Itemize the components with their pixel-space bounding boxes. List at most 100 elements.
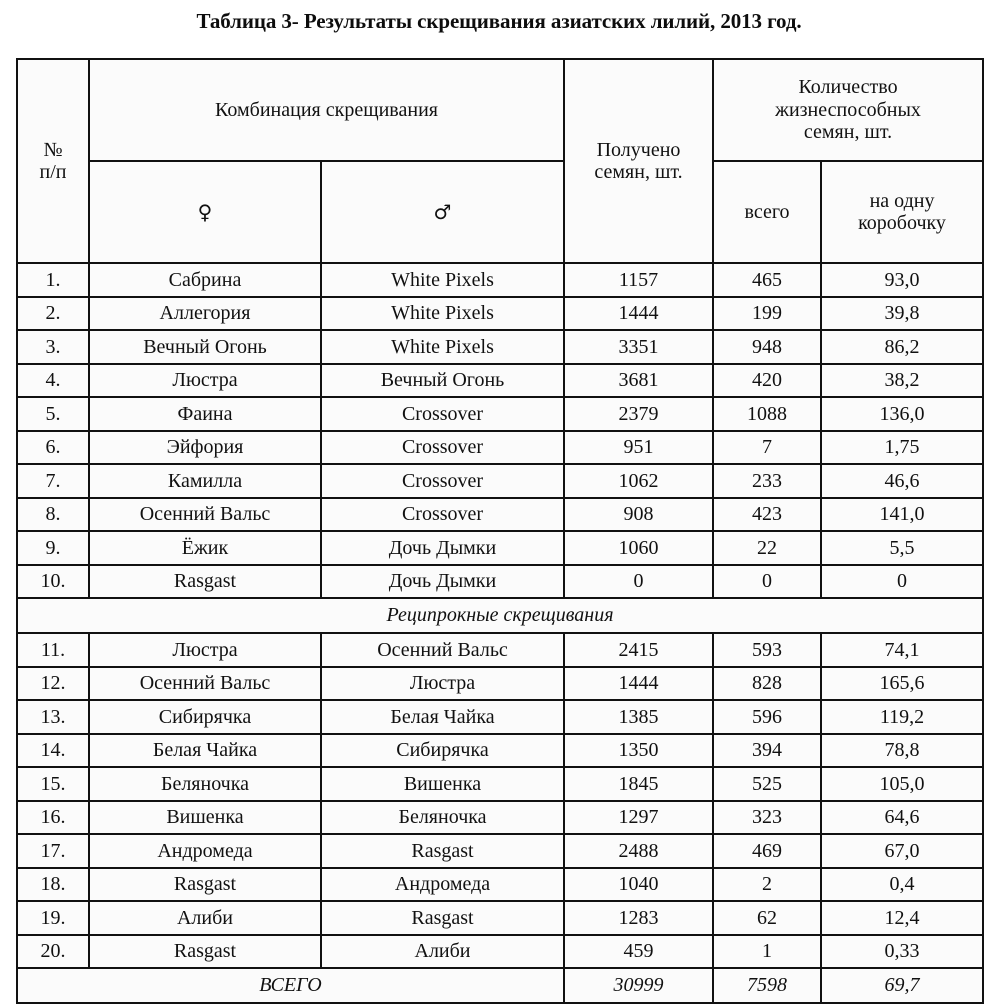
- cell-male-parent: Беляночка: [319, 799, 566, 835]
- cell-number: 4.: [16, 362, 90, 398]
- cell-female-parent: Аллегория: [88, 295, 322, 331]
- cell-number: 18.: [16, 866, 90, 902]
- table-row: 17. Андромеда Rasgast 2488 469 67,0: [16, 833, 985, 869]
- table-row: 6. Эйфория Crossover 951 7 1,75: [16, 429, 985, 465]
- cell-female-parent: Фаина: [88, 396, 322, 432]
- cell-viable-total: 596: [712, 699, 823, 735]
- cell-obtained-seeds: 2379: [563, 396, 715, 432]
- table-body: 1. Сабрина White Pixels 1157 465 93,0 2. Аллего…: [15, 262, 985, 1004]
- cell-male-parent: White Pixels: [319, 262, 566, 298]
- cell-female-parent: Люстра: [88, 362, 322, 398]
- cell-female-parent: Камилла: [88, 463, 322, 499]
- cell-obtained-seeds: 1350: [563, 732, 715, 768]
- page-title: Таблица 3- Результаты скрещивания азиатс…: [196, 9, 802, 33]
- cell-obtained-seeds: 3351: [563, 329, 715, 365]
- cell-male-parent: Белая Чайка: [319, 699, 566, 735]
- cell-viable-total: 948: [712, 329, 823, 365]
- cell-per-capsule: 0,4: [820, 866, 985, 902]
- cell-viable-total: 7: [712, 429, 823, 465]
- cell-male-parent: Crossover: [319, 496, 566, 532]
- cell-number: 3.: [16, 329, 90, 365]
- cell-viable-total: 394: [712, 732, 823, 768]
- crossing-results-table: № п/п Комбинация скрещивания Получено се…: [15, 58, 985, 1004]
- cell-obtained-seeds: 0: [563, 563, 715, 599]
- cell-viable-total: 420: [712, 362, 823, 398]
- table-row: 11. Люстра Осенний Вальс 2415 593 74,1: [16, 632, 985, 668]
- cell-number: 2.: [16, 295, 90, 331]
- cell-obtained-seeds: 3681: [563, 362, 715, 398]
- cell-number: 17.: [16, 833, 90, 869]
- header-row-1: № п/п Комбинация скрещивания Получено се…: [16, 58, 985, 264]
- cell-male-parent: White Pixels: [319, 295, 566, 331]
- header-number-line2: п/п: [39, 161, 67, 183]
- cell-female-parent: Беляночка: [88, 766, 322, 802]
- cell-female-parent: Белая Чайка: [88, 732, 322, 768]
- cell-viable-total: 199: [712, 295, 823, 331]
- table-row: 9. Ёжик Дочь Дымки 1060 22 5,5: [16, 530, 985, 566]
- cell-obtained-seeds: 2415: [563, 632, 715, 668]
- cell-per-capsule: 5,5: [820, 530, 985, 566]
- table-row: 5. Фаина Crossover 2379 1088 136,0: [16, 396, 985, 432]
- table-row: 1. Сабрина White Pixels 1157 465 93,0: [16, 262, 985, 298]
- cell-per-capsule: 119,2: [820, 699, 985, 735]
- cell-viable-total: 423: [712, 496, 823, 532]
- cell-female-parent: Люстра: [88, 632, 322, 668]
- cell-number: 9.: [16, 530, 90, 566]
- header-number-line1: №: [43, 138, 63, 161]
- document-page: Таблица 3- Результаты скрещивания азиатс…: [0, 0, 998, 1004]
- table-row: 19. Алиби Rasgast 1283 62 12,4: [16, 900, 985, 936]
- cell-male-parent: Алиби: [319, 933, 566, 969]
- cell-number: 20.: [16, 933, 90, 969]
- cell-per-capsule: 165,6: [820, 665, 985, 701]
- table-row: 13. Сибирячка Белая Чайка 1385 596 119,2: [16, 699, 985, 735]
- header-cell-per-capsule: на одну коробочку: [820, 160, 985, 264]
- cell-male-parent: Rasgast: [319, 900, 566, 936]
- cell-number: 16.: [16, 799, 90, 835]
- cell-number: 1.: [16, 262, 90, 298]
- cell-viable-total: 465: [712, 262, 823, 298]
- cell-per-capsule: 0,33: [820, 933, 985, 969]
- cell-per-capsule: 38,2: [820, 362, 985, 398]
- table-row: 2. Аллегория White Pixels 1444 199 39,8: [16, 295, 985, 331]
- cell-per-capsule: 64,6: [820, 799, 985, 835]
- cell-per-capsule: 136,0: [820, 396, 985, 432]
- cell-viable-total: 469: [712, 833, 823, 869]
- header-cell-combination: Комбинация скрещивания: [87, 58, 566, 162]
- cell-female-parent: Вечный Огонь: [88, 329, 322, 365]
- cell-female-parent: Эйфория: [88, 429, 322, 465]
- cell-number: 15.: [16, 766, 90, 802]
- table-row: 7. Камилла Crossover 1062 233 46,6: [16, 463, 985, 499]
- header-obtained-line1: Получено: [596, 138, 681, 161]
- header-viable-line2: жизнеспособных: [775, 98, 921, 121]
- cell-number: 11.: [16, 632, 90, 668]
- table-row: 14. Белая Чайка Сибирячка 1350 394 78,8: [16, 732, 985, 768]
- cell-viable-total: 233: [712, 463, 823, 499]
- cell-viable-total: 1: [712, 933, 823, 969]
- cell-obtained-seeds: 1444: [563, 295, 715, 331]
- cell-obtained-seeds: 1845: [563, 766, 715, 802]
- cell-obtained-seeds: 1385: [563, 699, 715, 735]
- cell-number: 14.: [16, 732, 90, 768]
- table-row: 18. Rasgast Андромеда 1040 2 0,4: [16, 866, 985, 902]
- cell-per-capsule: 0: [820, 563, 985, 599]
- totals-viable-total: 7598: [712, 967, 823, 1004]
- cell-obtained-seeds: 908: [563, 496, 715, 532]
- cell-female-parent: Rasgast: [88, 933, 322, 969]
- cell-male-parent: Осенний Вальс: [319, 632, 566, 668]
- totals-obtained-seeds: 30999: [563, 967, 715, 1004]
- cell-obtained-seeds: 1444: [563, 665, 715, 701]
- cell-obtained-seeds: 1062: [563, 463, 715, 499]
- section-separator-row: Реципрокные скрещивания: [15, 597, 985, 634]
- cell-per-capsule: 12,4: [820, 900, 985, 936]
- cell-viable-total: 593: [712, 632, 823, 668]
- header-per-capsule-line1: на одну: [869, 189, 935, 212]
- table-row: 8. Осенний Вальс Crossover 908 423 141,0: [16, 496, 985, 532]
- cell-male-parent: Сибирячка: [319, 732, 566, 768]
- cell-male-parent: Дочь Дымки: [319, 563, 566, 599]
- cell-per-capsule: 39,8: [820, 295, 985, 331]
- cell-male-parent: White Pixels: [319, 329, 566, 365]
- section-separator-label: Реципрокные скрещивания: [15, 597, 985, 634]
- venus-icon: ♀: [88, 160, 322, 264]
- table-container: № п/п Комбинация скрещивания Получено се…: [15, 58, 985, 1004]
- cell-number: 5.: [16, 396, 90, 432]
